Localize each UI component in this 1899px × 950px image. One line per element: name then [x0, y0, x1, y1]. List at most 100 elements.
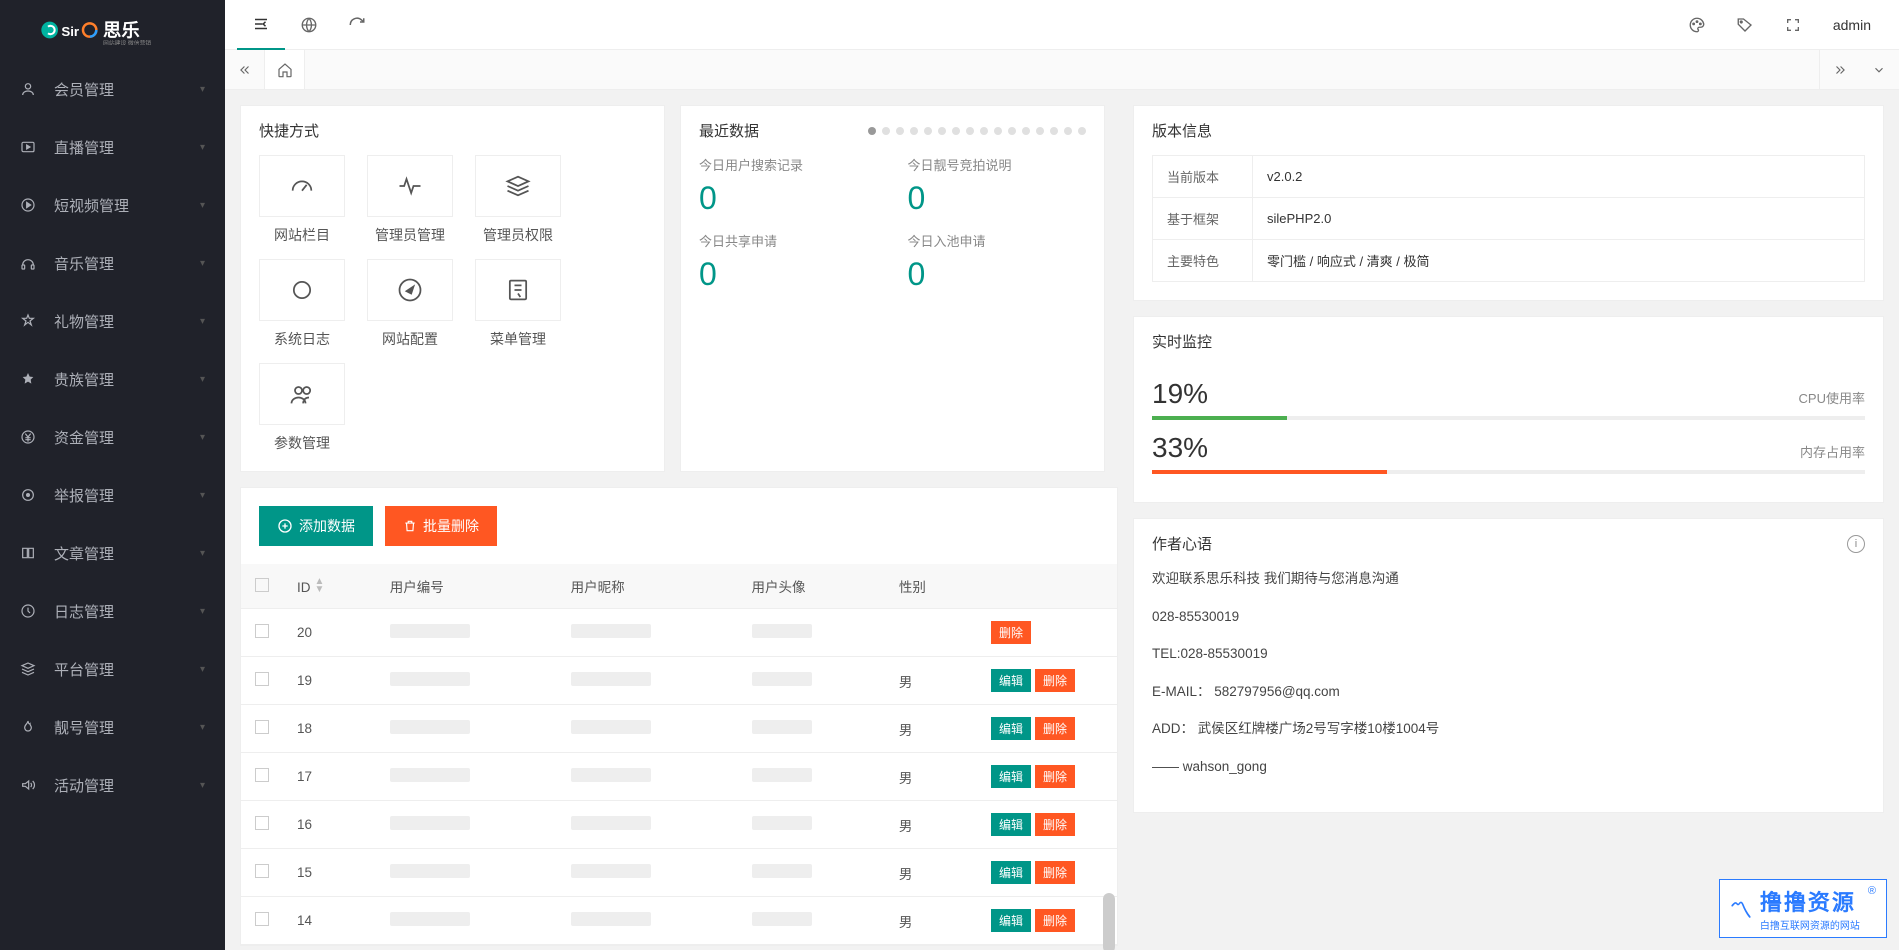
tab-home[interactable]	[265, 50, 305, 89]
sidebar-item-yen[interactable]: 资金管理▾	[0, 408, 225, 466]
quick-label: 菜单管理	[475, 329, 561, 349]
menu-toggle-icon[interactable]	[237, 0, 285, 50]
tabs-prev-icon[interactable]	[225, 50, 265, 89]
column-header[interactable]: 性别	[885, 564, 977, 609]
sidebar-item-fire[interactable]: 靓号管理▾	[0, 698, 225, 756]
row-checkbox[interactable]	[255, 912, 269, 926]
edit-button[interactable]: 编辑	[991, 861, 1031, 884]
column-header[interactable]: 用户昵称	[557, 564, 738, 609]
column-header[interactable]: ID▲▼	[283, 564, 376, 609]
quick-compass[interactable]: 网站配置	[367, 259, 453, 349]
select-all-checkbox[interactable]	[255, 578, 269, 592]
add-data-button[interactable]: 添加数据	[259, 506, 373, 546]
info-icon[interactable]: i	[1847, 535, 1865, 553]
refresh-icon[interactable]	[333, 0, 381, 50]
version-row: 当前版本v2.0.2	[1153, 156, 1865, 198]
carousel-dot[interactable]	[924, 127, 932, 135]
carousel-dot[interactable]	[938, 127, 946, 135]
nav-label: 礼物管理	[54, 311, 200, 332]
edit-button[interactable]: 编辑	[991, 669, 1031, 692]
carousel-dot[interactable]	[868, 127, 876, 135]
quick-label: 参数管理	[259, 433, 345, 453]
quick-pulse[interactable]: 管理员管理	[367, 155, 453, 245]
row-checkbox[interactable]	[255, 768, 269, 782]
sidebar-item-star[interactable]: 贵族管理▾	[0, 350, 225, 408]
tabs-menu-icon[interactable]	[1859, 50, 1899, 89]
nav-label: 贵族管理	[54, 369, 200, 390]
sidebar-item-video[interactable]: 短视频管理▾	[0, 176, 225, 234]
carousel-dots[interactable]	[868, 127, 1086, 135]
delete-button[interactable]: 删除	[1035, 813, 1075, 836]
carousel-dot[interactable]	[1064, 127, 1072, 135]
quick-circle[interactable]: 系统日志	[259, 259, 345, 349]
edit-button[interactable]: 编辑	[991, 717, 1031, 740]
delete-button[interactable]: 删除	[1035, 861, 1075, 884]
user-menu[interactable]: admin	[1817, 17, 1887, 33]
carousel-dot[interactable]	[1050, 127, 1058, 135]
author-card: 作者心语 i 欢迎联系思乐科技 我们期待与您消息沟通028-85530019TE…	[1133, 518, 1884, 813]
fire-icon	[20, 719, 40, 735]
carousel-dot[interactable]	[952, 127, 960, 135]
tabbar	[225, 50, 1899, 90]
carousel-dot[interactable]	[980, 127, 988, 135]
delete-button[interactable]: 删除	[991, 621, 1031, 644]
sidebar-item-log[interactable]: 日志管理▾	[0, 582, 225, 640]
edit-button[interactable]: 编辑	[991, 909, 1031, 932]
version-row: 主要特色零门槛 / 响应式 / 清爽 / 极简	[1153, 240, 1865, 282]
quick-users[interactable]: 参数管理	[259, 363, 345, 453]
palette-icon[interactable]	[1673, 0, 1721, 50]
carousel-dot[interactable]	[1008, 127, 1016, 135]
carousel-dot[interactable]	[966, 127, 974, 135]
sidebar-item-gift[interactable]: 礼物管理▾	[0, 292, 225, 350]
globe-icon[interactable]	[285, 0, 333, 50]
carousel-dot[interactable]	[994, 127, 1002, 135]
column-header[interactable]: 用户编号	[376, 564, 557, 609]
quick-access-card: 快捷方式 网站栏目管理员管理管理员权限系统日志网站配置菜单管理参数管理	[240, 105, 665, 472]
fullscreen-icon[interactable]	[1769, 0, 1817, 50]
scrollbar-thumb[interactable]	[1103, 893, 1115, 950]
delete-button[interactable]: 删除	[1035, 717, 1075, 740]
row-checkbox[interactable]	[255, 672, 269, 686]
row-checkbox[interactable]	[255, 624, 269, 638]
row-checkbox[interactable]	[255, 864, 269, 878]
logo: Sir 思乐 网站建设 微信营销	[0, 0, 225, 60]
delete-button[interactable]: 删除	[1035, 669, 1075, 692]
sidebar: Sir 思乐 网站建设 微信营销 会员管理▾直播管理▾短视频管理▾音乐管理▾礼物…	[0, 0, 225, 950]
batch-delete-button[interactable]: 批量删除	[385, 506, 497, 546]
tabs-next-icon[interactable]	[1819, 50, 1859, 89]
delete-button[interactable]: 删除	[1035, 765, 1075, 788]
carousel-dot[interactable]	[1036, 127, 1044, 135]
row-checkbox[interactable]	[255, 720, 269, 734]
sidebar-item-sound[interactable]: 活动管理▾	[0, 756, 225, 814]
edit-button[interactable]: 编辑	[991, 765, 1031, 788]
column-header[interactable]: 用户头像	[738, 564, 885, 609]
table-row: 20删除	[241, 609, 1117, 657]
carousel-dot[interactable]	[1022, 127, 1030, 135]
sidebar-item-play[interactable]: 直播管理▾	[0, 118, 225, 176]
edit-button[interactable]: 编辑	[991, 813, 1031, 836]
row-checkbox[interactable]	[255, 816, 269, 830]
author-line: ADD： 武侯区红牌楼广场2号写字楼10楼1004号	[1152, 718, 1865, 740]
carousel-dot[interactable]	[896, 127, 904, 135]
recent-stat: 今日共享申请0	[699, 231, 878, 293]
sidebar-item-report[interactable]: 举报管理▾	[0, 466, 225, 524]
sidebar-item-user[interactable]: 会员管理▾	[0, 60, 225, 118]
carousel-dot[interactable]	[1078, 127, 1086, 135]
carousel-dot[interactable]	[910, 127, 918, 135]
quick-layers[interactable]: 管理员权限	[475, 155, 561, 245]
carousel-dot[interactable]	[882, 127, 890, 135]
monitor-card: 实时监控 19%CPU使用率33%内存占用率	[1133, 316, 1884, 503]
delete-button[interactable]: 删除	[1035, 909, 1075, 932]
tag-icon[interactable]	[1721, 0, 1769, 50]
sidebar-item-music[interactable]: 音乐管理▾	[0, 234, 225, 292]
chevron-down-icon: ▾	[200, 84, 205, 95]
quick-gauge[interactable]: 网站栏目	[259, 155, 345, 245]
quick-note[interactable]: 菜单管理	[475, 259, 561, 349]
svg-text:Sir: Sir	[61, 24, 79, 39]
sidebar-item-article[interactable]: 文章管理▾	[0, 524, 225, 582]
nav-label: 资金管理	[54, 427, 200, 448]
nav-label: 会员管理	[54, 79, 200, 100]
card-title: 快捷方式	[259, 120, 319, 141]
article-icon	[20, 545, 40, 561]
sidebar-item-platform[interactable]: 平台管理▾	[0, 640, 225, 698]
